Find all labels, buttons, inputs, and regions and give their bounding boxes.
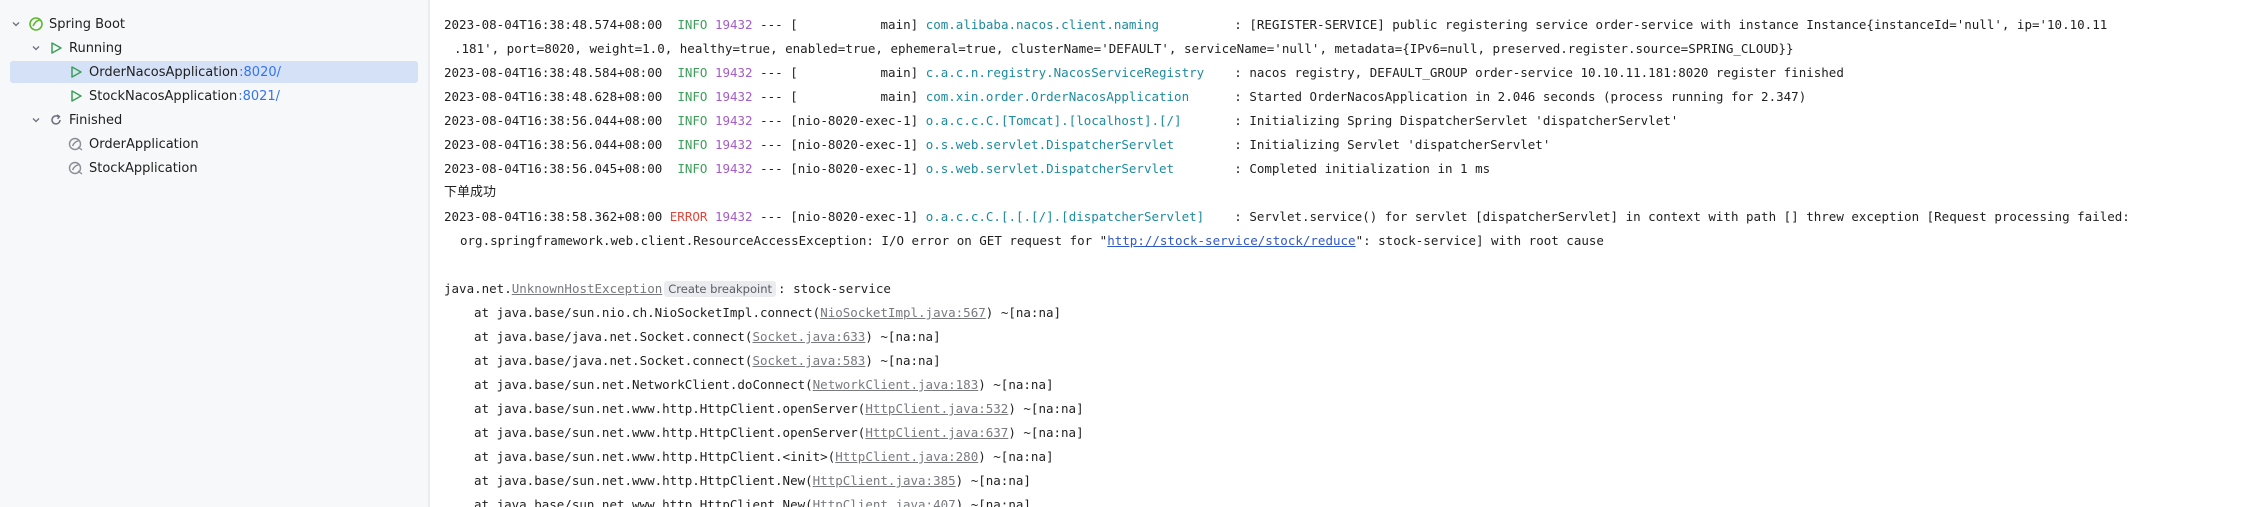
services-tree-panel: Spring Boot Running OrderNacosApplicatio… xyxy=(0,0,428,507)
source-link[interactable]: Socket.java:583 xyxy=(752,353,865,368)
log-line-continuation: .181', port=8020, weight=1.0, healthy=tr… xyxy=(454,41,1794,56)
tree-item-stock-application[interactable]: StockApplication xyxy=(68,157,420,179)
source-link[interactable]: HttpClient.java:280 xyxy=(835,449,978,464)
log-logger: o.s.web.servlet.DispatcherServlet xyxy=(925,137,1175,152)
tree-node-spring-boot[interactable]: Spring Boot xyxy=(8,13,420,35)
log-line: 2023-08-04T16:38:56.045+08:00 INFO 19432… xyxy=(444,161,1491,176)
source-link[interactable]: HttpClient.java:532 xyxy=(865,401,1008,416)
source-link[interactable]: HttpClient.java:407 xyxy=(813,497,956,507)
tree-item-order-nacos-application[interactable]: OrderNacosApplication :8020/ xyxy=(10,61,418,83)
run-icon xyxy=(48,40,64,56)
tree-group-label: Running xyxy=(69,40,123,56)
port-link[interactable]: :8021/ xyxy=(238,89,280,104)
log-pid: 19432 xyxy=(714,65,753,80)
spring-boot-icon xyxy=(28,16,44,32)
tree-group-finished[interactable]: Finished xyxy=(28,109,420,131)
stack-frame: at java.base/sun.net.www.http.HttpClient… xyxy=(474,473,1031,488)
tree-node-label: Spring Boot xyxy=(49,16,126,32)
log-pid: 19432 xyxy=(714,209,753,224)
log-line: 2023-08-04T16:38:48.584+08:00 INFO 19432… xyxy=(444,65,1844,80)
log-line: 2023-08-04T16:38:56.044+08:00 INFO 19432… xyxy=(444,137,1551,152)
panel-splitter[interactable] xyxy=(428,0,430,507)
log-logger: o.a.c.c.C.[.[.[/].[dispatcherServlet] xyxy=(925,209,1205,224)
log-logger: o.s.web.servlet.DispatcherServlet xyxy=(925,161,1175,176)
tree-group-running[interactable]: Running xyxy=(28,37,420,59)
tree-item-order-application[interactable]: OrderApplication xyxy=(68,133,420,155)
log-level: INFO xyxy=(677,17,708,32)
spring-app-icon xyxy=(68,160,84,176)
spring-app-icon xyxy=(68,136,84,152)
log-line-error: 2023-08-04T16:38:58.362+08:00 ERROR 1943… xyxy=(444,209,2130,224)
chevron-down-icon[interactable] xyxy=(28,40,44,56)
source-link[interactable]: Socket.java:633 xyxy=(752,329,865,344)
log-logger: c.a.c.n.registry.NacosServiceRegistry xyxy=(925,65,1205,80)
console-output[interactable]: 2023-08-04T16:38:48.574+08:00 INFO 19432… xyxy=(432,0,2245,507)
stack-frame: at java.base/sun.net.www.http.HttpClient… xyxy=(474,401,1084,416)
log-line-continuation: org.springframework.web.client.ResourceA… xyxy=(460,233,1604,248)
log-line: 2023-08-04T16:38:48.628+08:00 INFO 19432… xyxy=(444,89,1807,104)
log-pid: 19432 xyxy=(714,89,753,104)
tree-item-stock-nacos-application[interactable]: StockNacosApplication :8021/ xyxy=(68,85,420,107)
stack-frame: at java.base/java.net.Socket.connect(Soc… xyxy=(474,353,941,368)
rerun-icon xyxy=(48,112,64,128)
stack-frame: at java.base/java.net.Socket.connect(Soc… xyxy=(474,329,941,344)
chevron-down-icon[interactable] xyxy=(8,16,24,32)
log-pid: 19432 xyxy=(714,161,753,176)
stdout-line: 下单成功 xyxy=(444,185,497,200)
log-level: INFO xyxy=(677,161,708,176)
stack-frame: at java.base/sun.net.www.http.HttpClient… xyxy=(474,495,2245,507)
tree-item-label: StockApplication xyxy=(89,160,198,176)
log-level: INFO xyxy=(677,137,708,152)
url-link[interactable]: http://stock-service/stock/reduce xyxy=(1107,233,1355,248)
log-logger: com.xin.order.OrderNacosApplication xyxy=(925,89,1190,104)
log-pid: 19432 xyxy=(714,17,753,32)
log-line: 2023-08-04T16:38:48.574+08:00 INFO 19432… xyxy=(444,17,2108,32)
chevron-down-icon[interactable] xyxy=(28,112,44,128)
source-link[interactable]: NioSocketImpl.java:567 xyxy=(820,305,986,320)
stack-frame: at java.base/sun.net.www.http.HttpClient… xyxy=(474,425,1084,440)
source-link[interactable]: NetworkClient.java:183 xyxy=(813,377,979,392)
log-level: INFO xyxy=(677,65,708,80)
exception-line: java.net.UnknownHostException Create brea… xyxy=(444,281,891,297)
log-pid: 19432 xyxy=(714,113,753,128)
stack-frame: at java.base/sun.net.www.http.HttpClient… xyxy=(474,449,1054,464)
log-logger: com.alibaba.nacos.client.naming xyxy=(925,17,1159,32)
port-link[interactable]: :8020/ xyxy=(239,65,281,80)
log-level: INFO xyxy=(677,113,708,128)
exception-class-link[interactable]: UnknownHostException xyxy=(512,281,663,296)
tree-group-label: Finished xyxy=(69,112,123,128)
run-icon xyxy=(68,88,84,104)
tree-item-label: StockNacosApplication xyxy=(89,88,238,104)
stack-frame: at java.base/sun.nio.ch.NioSocketImpl.co… xyxy=(474,305,1062,320)
run-icon xyxy=(68,64,84,80)
create-breakpoint-button[interactable]: Create breakpoint xyxy=(664,281,777,297)
source-link[interactable]: HttpClient.java:385 xyxy=(813,473,956,488)
log-pid: 19432 xyxy=(714,137,753,152)
log-line: 2023-08-04T16:38:56.044+08:00 INFO 19432… xyxy=(444,113,1679,128)
log-logger: o.a.c.c.C.[Tomcat].[localhost].[/] xyxy=(925,113,1182,128)
tree-item-label: OrderNacosApplication xyxy=(89,64,239,80)
tree-item-label: OrderApplication xyxy=(89,136,199,152)
log-level: ERROR xyxy=(669,209,708,224)
log-level: INFO xyxy=(677,89,708,104)
source-link[interactable]: HttpClient.java:637 xyxy=(865,425,1008,440)
stack-frame: at java.base/sun.net.NetworkClient.doCon… xyxy=(474,377,1054,392)
